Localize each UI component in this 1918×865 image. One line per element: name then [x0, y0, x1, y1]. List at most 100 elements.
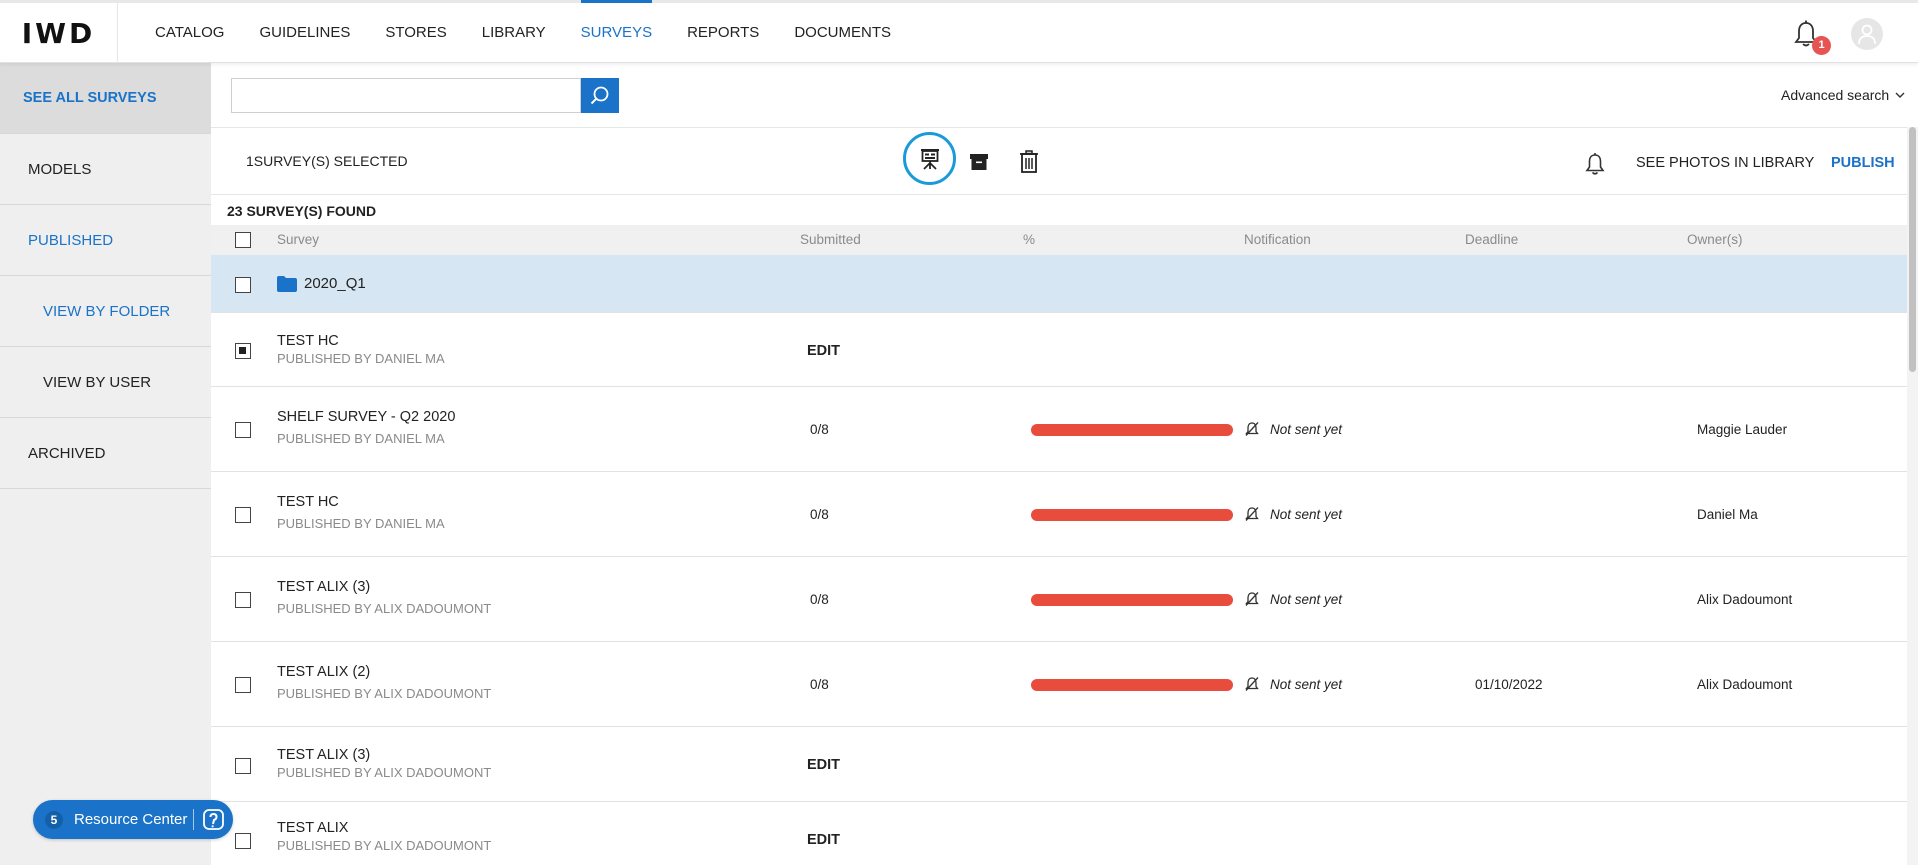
archive-box-icon[interactable]	[968, 150, 990, 174]
sidebar: SEE ALL SURVEYS MODELS PUBLISHED VIEW BY…	[0, 63, 211, 865]
owner-name: Daniel Ma	[1697, 507, 1758, 522]
row-checkbox[interactable]	[235, 833, 251, 849]
owner-name: Maggie Lauder	[1697, 422, 1788, 437]
survey-title: TEST HC	[277, 333, 339, 349]
search-button[interactable]	[581, 78, 619, 113]
search-input[interactable]	[231, 78, 581, 113]
notification-status: Not sent yet	[1270, 506, 1343, 522]
survey-title: TEST ALIX (3)	[277, 747, 371, 763]
submitted-count: 0/8	[810, 422, 829, 437]
vertical-scrollbar[interactable]	[1907, 127, 1918, 865]
selected-count-text: 1SURVEY(S) SELECTED	[246, 153, 408, 169]
user-avatar[interactable]	[1851, 18, 1883, 50]
survey-publisher: PUBLISHED BY ALIX DADOUMONT	[277, 765, 492, 780]
bell-off-icon	[1245, 592, 1259, 606]
help-question-icon	[203, 809, 224, 830]
row-checkbox[interactable]	[235, 343, 251, 359]
survey-publisher: PUBLISHED BY ALIX DADOUMONT	[277, 838, 492, 853]
notification-status: Not sent yet	[1270, 676, 1343, 692]
resource-center-button[interactable]: 5 Resource Center	[33, 800, 233, 839]
trash-icon[interactable]	[1018, 150, 1040, 174]
sidebar-item-published[interactable]: PUBLISHED	[0, 205, 211, 276]
column-notification[interactable]: Notification	[1244, 232, 1311, 247]
notification-count-badge: 1	[1812, 36, 1831, 55]
sidebar-item-view-by-folder[interactable]: VIEW BY FOLDER	[0, 276, 211, 347]
folder-name: 2020_Q1	[304, 275, 366, 292]
progress-bar	[1031, 509, 1233, 521]
survey-publisher: PUBLISHED BY DANIEL MA	[277, 351, 445, 366]
owner-name: Alix Dadoumont	[1697, 677, 1793, 692]
row-checkbox[interactable]	[235, 422, 251, 438]
table-row[interactable]: SHELF SURVEY - Q2 2020 PUBLISHED BY DANI…	[211, 387, 1907, 472]
row-checkbox[interactable]	[235, 677, 251, 693]
main-nav: CATALOG GUIDELINES STORES LIBRARY SURVEY…	[155, 0, 926, 63]
table-row[interactable]: TEST HC PUBLISHED BY DANIEL MA EDIT	[211, 313, 1907, 387]
nav-stores[interactable]: STORES	[385, 3, 446, 63]
survey-publisher: PUBLISHED BY ALIX DADOUMONT	[277, 601, 492, 616]
folder-icon	[277, 276, 297, 292]
nav-guidelines[interactable]: GUIDELINES	[259, 3, 350, 63]
publish-button[interactable]: PUBLISH	[1831, 155, 1895, 171]
column-owners[interactable]: Owner(s)	[1687, 232, 1743, 247]
deadline: 01/10/2022	[1475, 677, 1543, 692]
row-checkbox[interactable]	[235, 507, 251, 523]
submitted-count: 0/8	[810, 507, 829, 522]
table-row[interactable]: TEST HC PUBLISHED BY DANIEL MA 0/8 Not s…	[211, 472, 1907, 557]
results-count: 23 SURVEY(S) FOUND	[227, 203, 377, 219]
scrollbar-thumb[interactable]	[1909, 127, 1916, 372]
survey-publisher: PUBLISHED BY DANIEL MA	[277, 516, 445, 531]
row-checkbox[interactable]	[235, 592, 251, 608]
top-navigation-bar: IWD CATALOG GUIDELINES STORES LIBRARY SU…	[0, 0, 1918, 63]
see-photos-in-library-button[interactable]: SEE PHOTOS IN LIBRARY	[1636, 155, 1814, 171]
bell-off-icon	[1245, 507, 1259, 521]
resource-center-count: 5	[45, 810, 63, 829]
nav-surveys[interactable]: SURVEYS	[580, 0, 653, 63]
progress-bar	[1031, 679, 1233, 691]
table-row[interactable]: TEST ALIX (3) PUBLISHED BY ALIX DADOUMON…	[211, 727, 1907, 802]
edit-button[interactable]: EDIT	[807, 757, 840, 773]
sidebar-item-view-by-user[interactable]: VIEW BY USER	[0, 347, 211, 418]
resource-center-label: Resource Center	[74, 811, 188, 828]
notification-status: Not sent yet	[1270, 421, 1343, 437]
presentation-button[interactable]	[903, 132, 956, 185]
table-row[interactable]: TEST ALIX (3) PUBLISHED BY ALIX DADOUMON…	[211, 557, 1907, 642]
bell-off-icon	[1245, 677, 1259, 691]
bell-off-icon	[1245, 422, 1259, 436]
survey-publisher: PUBLISHED BY ALIX DADOUMONT	[277, 686, 492, 701]
presentation-board-icon	[920, 148, 939, 170]
folder-row[interactable]: 2020_Q1	[211, 255, 1907, 313]
nav-catalog[interactable]: CATALOG	[155, 3, 224, 63]
survey-title: TEST ALIX (2)	[277, 664, 371, 680]
table-row[interactable]: TEST ALIX (2) PUBLISHED BY ALIX DADOUMON…	[211, 642, 1907, 727]
row-checkbox[interactable]	[235, 758, 251, 774]
bell-icon[interactable]	[1584, 152, 1606, 176]
table-header: Survey Submitted % Notification Deadline…	[211, 225, 1907, 255]
selection-action-bar: 1SURVEY(S) SELECTED SEE PHOTOS IN LIBRAR…	[211, 127, 1907, 195]
survey-title: TEST HC	[277, 494, 339, 510]
select-all-checkbox[interactable]	[235, 232, 251, 248]
owner-name: Alix Dadoumont	[1697, 592, 1793, 607]
column-deadline[interactable]: Deadline	[1465, 232, 1518, 247]
folder-checkbox[interactable]	[235, 277, 251, 293]
column-percent[interactable]: %	[1023, 232, 1035, 247]
submitted-count: 0/8	[810, 592, 829, 607]
table-row[interactable]: TEST ALIX PUBLISHED BY ALIX DADOUMONT ED…	[211, 802, 1907, 865]
sidebar-item-archived[interactable]: ARCHIVED	[0, 418, 211, 489]
edit-button[interactable]: EDIT	[807, 832, 840, 848]
sidebar-item-see-all-surveys[interactable]: SEE ALL SURVEYS	[0, 63, 211, 134]
advanced-search-label: Advanced search	[1781, 87, 1890, 103]
progress-bar	[1031, 424, 1233, 436]
nav-library[interactable]: LIBRARY	[482, 3, 546, 63]
column-survey[interactable]: Survey	[277, 232, 319, 247]
iwd-logo[interactable]: IWD	[0, 3, 118, 63]
nav-documents[interactable]: DOCUMENTS	[794, 3, 891, 63]
chevron-down-icon	[1895, 92, 1905, 98]
survey-title: SHELF SURVEY - Q2 2020	[277, 409, 456, 425]
sidebar-item-models[interactable]: MODELS	[0, 134, 211, 205]
notification-status: Not sent yet	[1270, 591, 1343, 607]
survey-title: TEST ALIX	[277, 820, 349, 836]
nav-reports[interactable]: REPORTS	[687, 3, 759, 63]
column-submitted[interactable]: Submitted	[800, 232, 861, 247]
advanced-search-toggle[interactable]: Advanced search	[1781, 87, 1905, 103]
edit-button[interactable]: EDIT	[807, 343, 840, 359]
